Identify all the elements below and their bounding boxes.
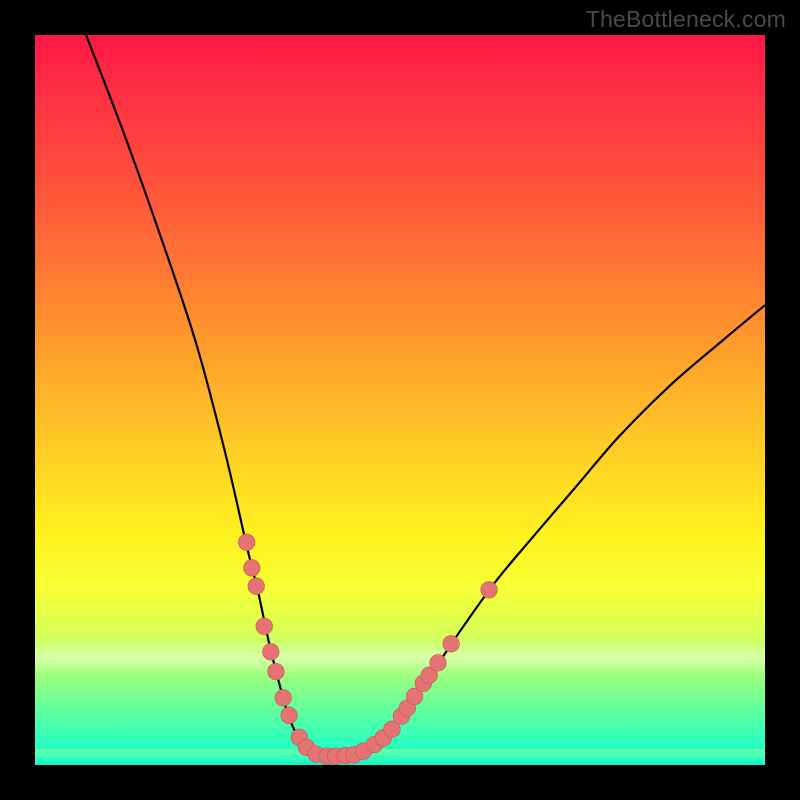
app-frame: TheBottleneck.com bbox=[0, 0, 800, 800]
data-dot bbox=[443, 636, 460, 653]
data-dot bbox=[275, 690, 292, 707]
data-dot bbox=[256, 618, 273, 635]
data-dot bbox=[430, 655, 447, 672]
plot-area bbox=[35, 35, 765, 765]
data-dot bbox=[281, 707, 298, 724]
data-dot bbox=[262, 644, 279, 661]
bottleneck-chart bbox=[35, 35, 765, 765]
watermark-text: TheBottleneck.com bbox=[586, 6, 786, 33]
data-dot bbox=[244, 560, 261, 577]
data-dot bbox=[248, 578, 265, 595]
bottleneck-curve bbox=[86, 35, 765, 757]
data-dots bbox=[238, 534, 497, 764]
data-dot bbox=[481, 582, 498, 599]
data-dot bbox=[268, 663, 285, 680]
data-dot bbox=[238, 534, 255, 551]
